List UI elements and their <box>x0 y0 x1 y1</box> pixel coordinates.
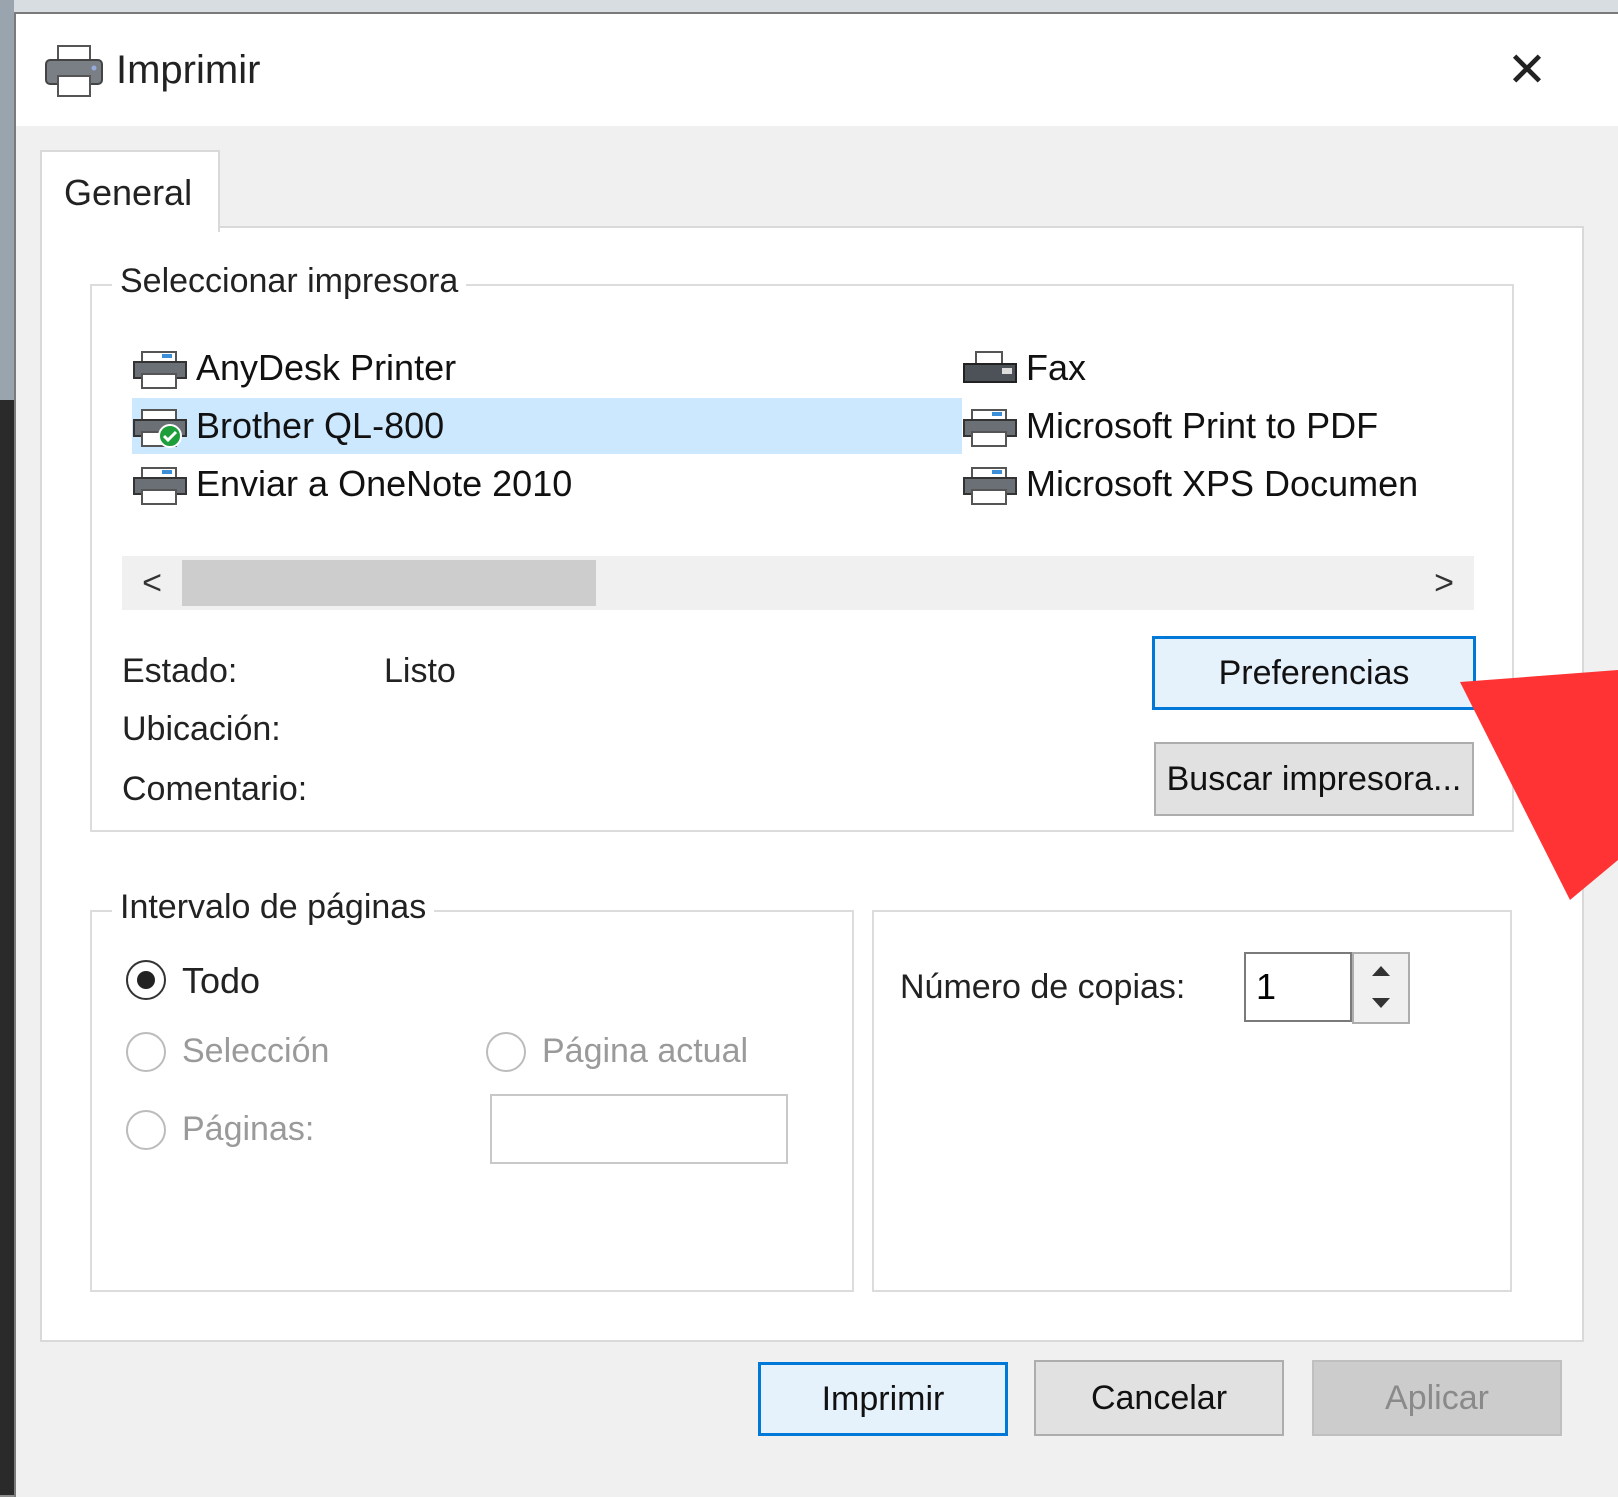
pages-input[interactable] <box>490 1094 788 1164</box>
printer-name: Brother QL-800 <box>196 405 445 446</box>
printer-name: AnyDesk Printer <box>196 347 457 388</box>
printer-icon <box>45 45 103 97</box>
select-printer-group: Seleccionar impresora AnyDesk Printer Br… <box>90 262 1514 832</box>
scrollbar-thumb[interactable] <box>182 560 596 606</box>
radio-pages[interactable] <box>126 1110 166 1150</box>
copies-label: Número de copias: <box>900 968 1186 1006</box>
tab-general[interactable]: General <box>40 150 220 232</box>
status-value: Listo <box>384 652 456 690</box>
close-icon[interactable]: ✕ <box>1492 36 1562 106</box>
printer-list-scrollbar[interactable]: < > <box>122 556 1474 610</box>
radio-current-page-label[interactable]: Página actual <box>542 1032 748 1071</box>
printer-name: Fax <box>1026 347 1087 388</box>
printer-icon <box>133 351 187 390</box>
printer-item-onenote[interactable]: Enviar a OneNote 2010 <box>132 456 962 512</box>
radio-pages-label[interactable]: Páginas: <box>182 1110 314 1149</box>
copies-value: 1 <box>1256 966 1277 1007</box>
annotation-arrow <box>1460 670 1618 900</box>
print-dialog: Imprimir ✕ General Seleccionar impresora… <box>14 12 1618 1497</box>
printer-icon <box>963 409 1017 448</box>
printer-name: Enviar a OneNote 2010 <box>196 463 573 504</box>
location-label: Ubicación: <box>122 710 281 748</box>
printer-item-anydesk[interactable]: AnyDesk Printer <box>132 340 962 396</box>
printer-item-brother-selected[interactable]: Brother QL-800 <box>132 398 962 454</box>
comment-label: Comentario: <box>122 770 308 808</box>
printer-item-pdf[interactable]: Microsoft Print to PDF <box>962 398 1482 454</box>
scroll-left-arrow[interactable]: < <box>122 564 182 604</box>
cancel-button[interactable]: Cancelar <box>1034 1360 1284 1436</box>
radio-current-page[interactable] <box>486 1032 526 1072</box>
radio-selection[interactable] <box>126 1032 166 1072</box>
printer-name: Microsoft XPS Documen <box>1026 463 1419 504</box>
tab-panel-general: Seleccionar impresora AnyDesk Printer Br… <box>40 226 1584 1342</box>
chevron-up-icon[interactable] <box>1368 962 1394 980</box>
desktop-background-left-top <box>0 0 14 400</box>
print-button[interactable]: Imprimir <box>758 1362 1008 1436</box>
copies-stepper[interactable] <box>1352 952 1410 1024</box>
find-printer-button[interactable]: Buscar impresora... <box>1154 742 1474 816</box>
radio-all-dot <box>137 971 155 989</box>
radio-all[interactable] <box>126 960 166 1000</box>
page-range-group: Intervalo de páginas Todo Selección Pági… <box>90 888 854 1292</box>
status-label: Estado: <box>122 652 238 690</box>
window-title: Imprimir <box>116 48 261 92</box>
printer-item-fax[interactable]: Fax <box>962 340 1482 396</box>
scroll-right-arrow[interactable]: > <box>1414 564 1474 604</box>
printer-list[interactable]: AnyDesk Printer Brother QL-800 Enviar a … <box>132 340 1482 520</box>
title-bar: Imprimir ✕ <box>16 14 1618 126</box>
radio-selection-label[interactable]: Selección <box>182 1032 329 1071</box>
printer-item-xps[interactable]: Microsoft XPS Documen <box>962 456 1482 512</box>
default-printer-icon <box>133 409 187 449</box>
fax-icon <box>963 351 1017 384</box>
page-range-legend: Intervalo de páginas <box>112 888 435 927</box>
printer-name: Microsoft Print to PDF <box>1026 405 1379 446</box>
printer-icon <box>133 467 187 506</box>
copies-group: Número de copias: 1 <box>872 910 1512 1292</box>
apply-button: Aplicar <box>1312 1360 1562 1436</box>
tab-general-label: General <box>64 172 193 213</box>
copies-input[interactable]: 1 <box>1244 952 1352 1022</box>
chevron-down-icon[interactable] <box>1368 994 1394 1012</box>
printer-icon <box>963 467 1017 506</box>
select-printer-legend: Seleccionar impresora <box>112 262 467 301</box>
radio-all-label[interactable]: Todo <box>182 960 260 1002</box>
preferences-button[interactable]: Preferencias <box>1152 636 1476 710</box>
